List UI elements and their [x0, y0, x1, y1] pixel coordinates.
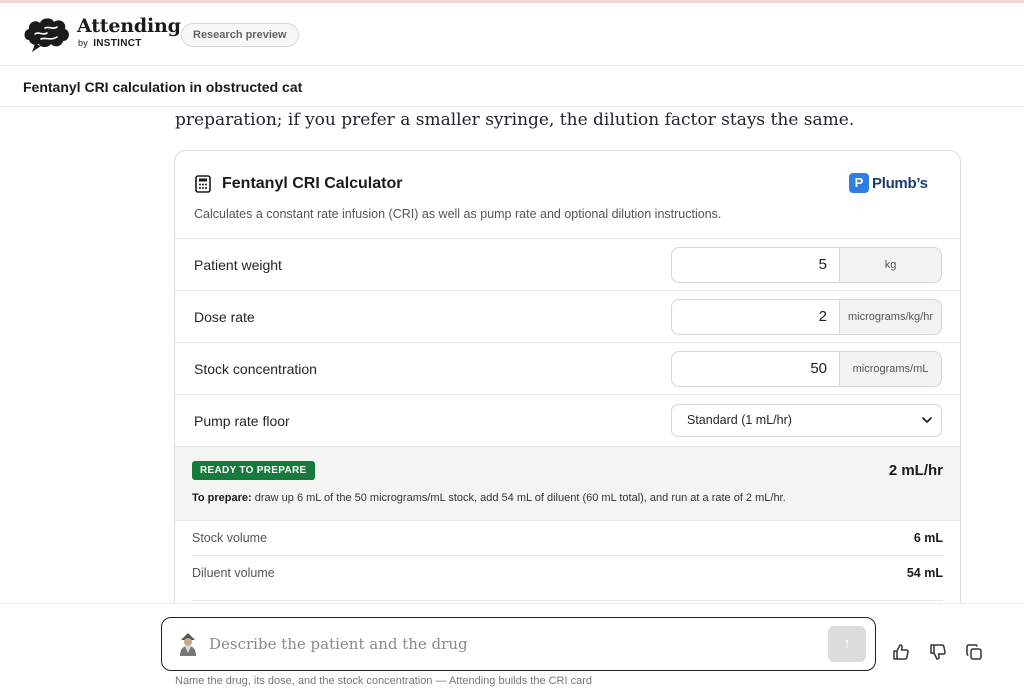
patient-weight-input[interactable]: 5 [671, 247, 839, 283]
pump-rate-floor-value: Standard (1 mL/hr) [687, 413, 792, 427]
divider [192, 555, 943, 556]
status-badge: READY TO PREPARE [192, 461, 315, 480]
diluent-volume-value: 54 mL [906, 566, 943, 580]
dose-rate-label: Dose rate [194, 309, 255, 325]
plumbs-source-logo[interactable]: P Plumb’s [849, 172, 928, 194]
divider [175, 520, 960, 521]
app-header: Attending by INSTINCT Research preview [0, 3, 1024, 66]
assistant-message-text: preparation; if you prefer a smaller syr… [175, 110, 855, 130]
composer-area: ↑ Name the drug, its dose, and the stock… [0, 603, 1024, 688]
plumbs-name: Plumb’s [872, 174, 928, 192]
brand-company: INSTINCT [93, 38, 142, 49]
dose-rate-input[interactable]: 2 [671, 299, 839, 335]
cri-calculator-card: Fentanyl CRI Calculator P Plumb’s Calcul… [174, 150, 961, 603]
pump-rate-floor-select[interactable]: Standard (1 mL/hr) [671, 404, 942, 437]
chat-scroll-area[interactable]: preparation; if you prefer a smaller syr… [0, 107, 1024, 603]
stock-concentration-label: Stock concentration [194, 361, 317, 377]
stock-concentration-input[interactable]: 50 [671, 351, 839, 387]
pump-rate-result: 2 mL/hr [888, 462, 943, 479]
research-preview-badge: Research preview [181, 23, 299, 47]
diluent-volume-label: Diluent volume [192, 566, 275, 580]
patient-weight-label: Patient weight [194, 257, 282, 273]
patient-weight-unit: kg [839, 247, 942, 283]
calculator-icon [195, 175, 211, 193]
thumbs-up-icon[interactable] [891, 642, 911, 662]
conversation-title: Fentanyl CRI calculation in obstructed c… [23, 79, 303, 95]
brand-by: by [78, 38, 89, 48]
divider [175, 394, 960, 395]
calculator-title: Fentanyl CRI Calculator [222, 175, 403, 192]
preparation-instructions: To prepare: draw up 6 mL of the 50 micro… [192, 492, 786, 504]
stock-concentration-unit: micrograms/mL [839, 351, 942, 387]
instructions-prefix: To prepare: [192, 492, 252, 504]
copy-icon[interactable] [964, 642, 984, 662]
brand-subtitle: by INSTINCT [78, 38, 142, 49]
composer-hint: Name the drug, its dose, and the stock c… [175, 675, 593, 687]
result-panel: READY TO PREPARE 2 mL/hr To prepare: dra… [175, 446, 960, 520]
chat-composer[interactable]: ↑ [161, 617, 876, 671]
stock-volume-value: 6 mL [913, 531, 943, 545]
thumbs-down-icon[interactable] [928, 642, 948, 662]
chevron-down-icon [922, 417, 932, 423]
plumbs-badge-icon: P [849, 173, 869, 193]
send-button[interactable]: ↑ [828, 626, 866, 662]
divider [175, 342, 960, 343]
divider [175, 290, 960, 291]
divider [175, 238, 960, 239]
conversation-title-bar: Fentanyl CRI calculation in obstructed c… [0, 66, 1024, 107]
brand-name: Attending [77, 15, 181, 37]
stock-volume-label: Stock volume [192, 531, 268, 545]
chat-input[interactable] [209, 633, 809, 655]
brain-logo-icon[interactable] [21, 14, 73, 54]
dose-rate-unit: micrograms/kg/hr [839, 299, 942, 335]
pump-rate-floor-label: Pump rate floor [194, 413, 290, 429]
divider [192, 600, 943, 601]
calculator-description: Calculates a constant rate infusion (CRI… [194, 207, 722, 221]
instructions-text: draw up 6 mL of the 50 micrograms/mL sto… [251, 492, 786, 504]
assistant-avatar-icon [180, 633, 196, 656]
